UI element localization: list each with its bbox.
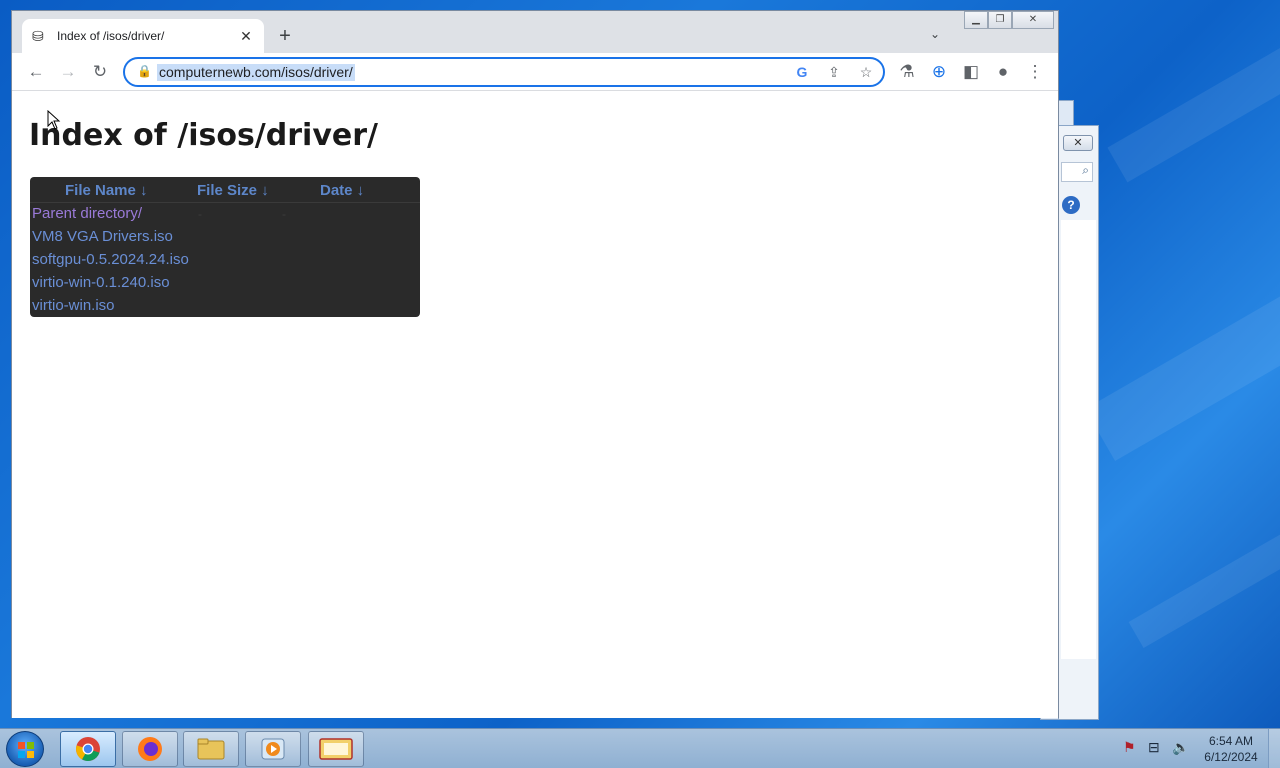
table-row: softgpu-0.5.2024.24.iso [30, 249, 420, 272]
file-link[interactable]: virtio-win-0.1.240.iso [32, 274, 170, 291]
chrome-icon [76, 737, 100, 761]
file-link[interactable]: VM8 VGA Drivers.iso [32, 228, 173, 245]
forward-arrow-icon[interactable]: → [57, 61, 79, 83]
table-header: File Name ↓ File Size ↓ Date ↓ [30, 177, 420, 203]
table-row: VM8 VGA Drivers.iso [30, 226, 420, 249]
folder-icon [197, 738, 225, 760]
tab-strip: ⛁ Index of /isos/driver/ ✕ + ⌄ ▁ ❐ ✕ [12, 11, 1058, 53]
taskbar: ⚑ ⊟ 🔈 6:54 AM 6/12/2024 [0, 728, 1280, 768]
file-listing-table: File Name ↓ File Size ↓ Date ↓ Parent di… [30, 177, 420, 317]
share-icon[interactable]: ⇪ [825, 64, 843, 81]
profile-avatar-icon[interactable]: ● [992, 61, 1014, 83]
google-lens-icon[interactable]: G [793, 64, 811, 80]
server-icon: ⛁ [32, 28, 44, 44]
clock-time: 6:54 AM [1208, 734, 1254, 748]
system-clock[interactable]: 6:54 AM 6/12/2024 [1198, 733, 1264, 765]
tab-title: Index of /isos/driver/ [57, 29, 165, 43]
file-date: - [282, 207, 286, 221]
labs-flask-icon[interactable]: ⚗ [896, 61, 918, 83]
close-icon[interactable]: ✕ [1063, 135, 1093, 151]
menu-kebab-icon[interactable]: ⋮ [1024, 61, 1046, 83]
volume-muted-icon[interactable]: 🔈 [1172, 739, 1189, 756]
address-bar[interactable]: 🔒 computernewb.com/isos/driver/ G ⇪ ☆ [123, 57, 885, 87]
restore-button[interactable]: ❐ [988, 11, 1012, 29]
taskbar-chrome-button[interactable] [60, 731, 116, 767]
show-desktop-button[interactable] [1268, 729, 1280, 768]
file-link[interactable]: virtio-win.iso [32, 297, 115, 314]
window-app-icon [319, 738, 353, 760]
window-content [1061, 220, 1096, 659]
back-arrow-icon[interactable]: ← [25, 61, 47, 83]
taskbar-app-button[interactable] [308, 731, 364, 767]
network-icon[interactable]: ⊟ [1148, 739, 1160, 756]
tab-close-icon[interactable]: ✕ [238, 28, 254, 45]
browser-toolbar: ← → ↻ 🔒 computernewb.com/isos/driver/ G … [12, 53, 1058, 91]
action-center-flag-icon[interactable]: ⚑ [1123, 739, 1136, 756]
file-size: - [198, 207, 202, 221]
sort-file-size[interactable]: File Size ↓ [197, 182, 269, 199]
sort-date[interactable]: Date ↓ [320, 182, 364, 199]
media-player-icon [261, 738, 285, 760]
help-icon[interactable]: ? [1062, 196, 1080, 214]
download-icon[interactable]: ⊕ [928, 61, 950, 83]
file-link[interactable]: softgpu-0.5.2024.24.iso [32, 251, 189, 268]
table-row: Parent directory/ - - [30, 203, 420, 226]
mouse-cursor-icon [47, 110, 61, 130]
page-viewport: Index of /isos/driver/ File Name ↓ File … [12, 91, 1058, 718]
tab-search-chevron-icon[interactable]: ⌄ [930, 27, 940, 41]
close-window-button[interactable]: ✕ [1012, 11, 1054, 29]
new-tab-button[interactable]: + [274, 25, 296, 47]
clock-date: 6/12/2024 [1204, 750, 1258, 764]
background-explorer-window[interactable]: ✕ ⌕ ? [1058, 125, 1099, 720]
table-row: virtio-win-0.1.240.iso [30, 272, 420, 295]
taskbar-explorer-button[interactable] [183, 731, 239, 767]
minimize-button[interactable]: ▁ [964, 11, 988, 29]
browser-tab[interactable]: ⛁ Index of /isos/driver/ ✕ [22, 19, 264, 53]
parent-directory-link[interactable]: Parent directory/ [32, 205, 142, 222]
table-row: virtio-win.iso [30, 295, 420, 317]
taskbar-firefox-button[interactable] [122, 731, 178, 767]
lock-icon[interactable]: 🔒 [137, 64, 152, 78]
url-text[interactable]: computernewb.com/isos/driver/ [157, 64, 355, 81]
start-button[interactable] [6, 731, 44, 767]
browser-window: ⛁ Index of /isos/driver/ ✕ + ⌄ ▁ ❐ ✕ ← →… [11, 10, 1059, 718]
firefox-icon [138, 737, 162, 761]
bookmark-star-icon[interactable]: ☆ [857, 64, 875, 81]
taskbar-media-player-button[interactable] [245, 731, 301, 767]
page-title: Index of /isos/driver/ [29, 118, 378, 153]
search-icon[interactable]: ⌕ [1061, 162, 1093, 182]
reload-icon[interactable]: ↻ [89, 61, 111, 83]
windows-logo-icon [18, 742, 34, 758]
sort-file-name[interactable]: File Name ↓ [65, 182, 148, 199]
side-panel-icon[interactable]: ◧ [960, 61, 982, 83]
